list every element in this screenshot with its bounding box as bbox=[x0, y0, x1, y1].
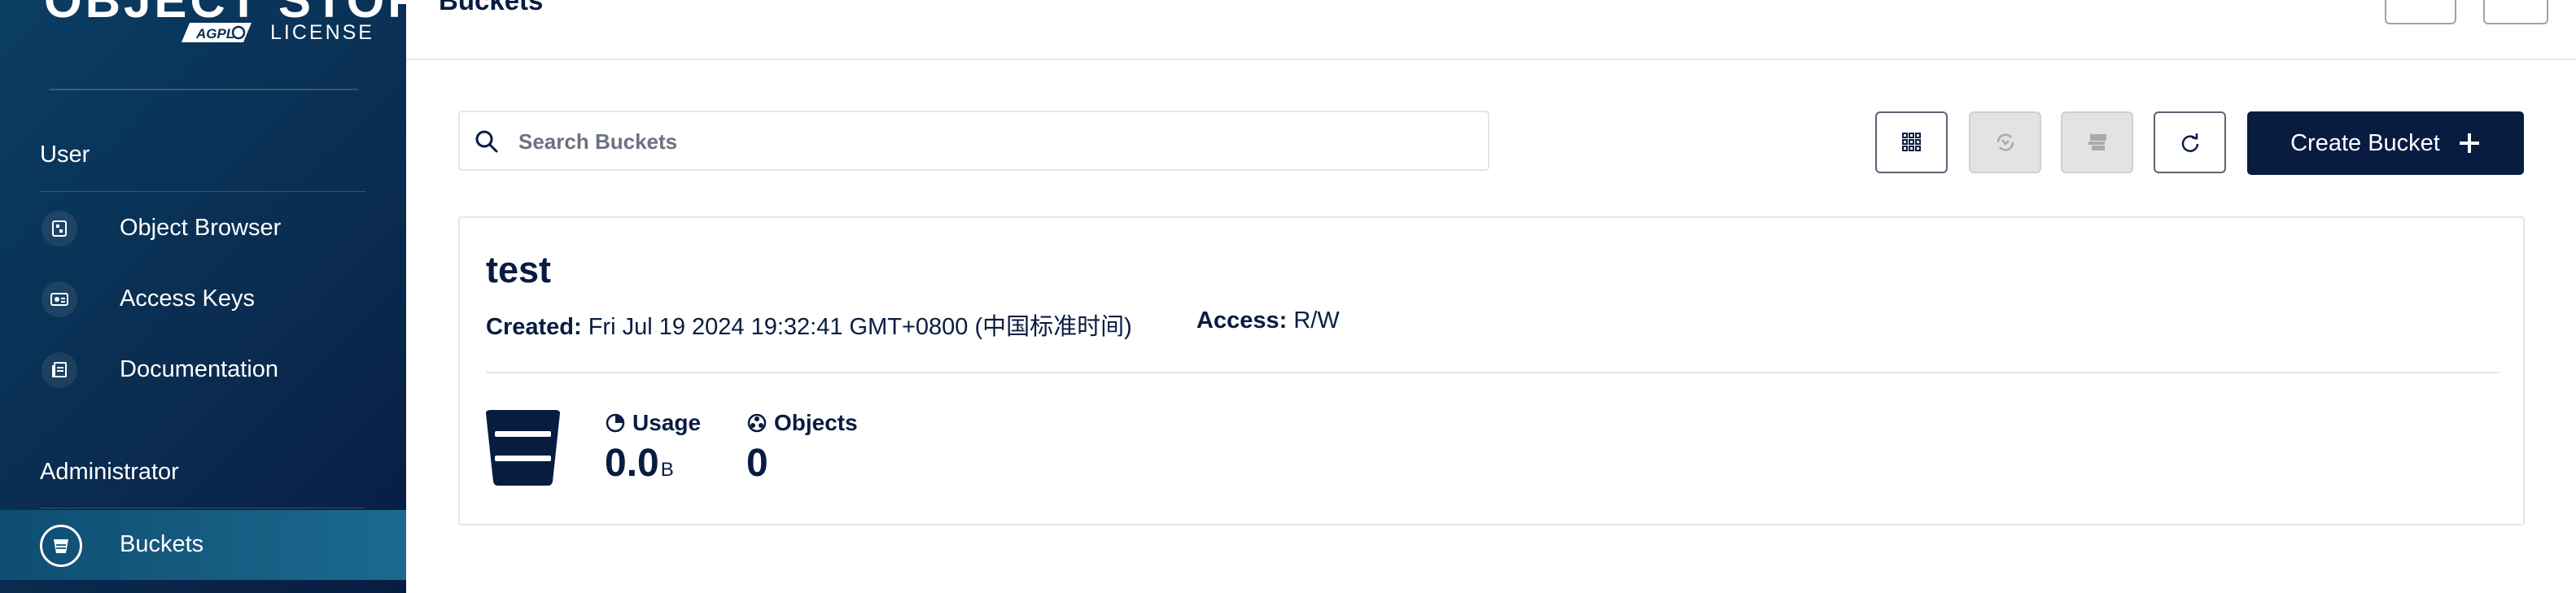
header-help-button[interactable] bbox=[2385, 0, 2456, 24]
bucket-created: Created: Fri Jul 19 2024 19:32:41 GMT+08… bbox=[486, 307, 1132, 342]
logo-license-text: LICENSE bbox=[270, 21, 374, 44]
object-browser-icon bbox=[42, 211, 77, 246]
sidebar-item-label: Object Browser bbox=[120, 215, 282, 241]
search-bar bbox=[458, 111, 1489, 171]
refresh-icon bbox=[2181, 133, 2198, 152]
sidebar-item-buckets[interactable]: Buckets bbox=[0, 510, 406, 580]
objects-label-text: Objects bbox=[774, 410, 858, 435]
sidebar-item-object-browser[interactable]: Object Browser bbox=[0, 194, 406, 264]
usage-number: 0.0 bbox=[605, 442, 659, 485]
section-title-administrator: Administrator bbox=[40, 459, 179, 485]
plus-icon bbox=[2459, 133, 2479, 153]
svg-text:AGPL: AGPL bbox=[195, 26, 234, 41]
sidebar-item-label: Buckets bbox=[120, 531, 204, 557]
sidebar-item-label: Documentation bbox=[120, 356, 279, 382]
objects-icon bbox=[747, 413, 767, 433]
agpl-logo: AGPL bbox=[182, 23, 251, 42]
access-label: Access: bbox=[1196, 307, 1288, 334]
create-bucket-button[interactable]: Create Bucket bbox=[2247, 111, 2524, 175]
sidebar-section-divider bbox=[40, 191, 365, 192]
bucket-icon bbox=[40, 525, 82, 567]
objects-value: 0 bbox=[746, 442, 768, 485]
bucket-card[interactable]: test Created: Fri Jul 19 2024 19:32:41 G… bbox=[458, 216, 2525, 525]
created-label: Created: bbox=[486, 314, 582, 340]
search-icon bbox=[475, 130, 498, 153]
usage-icon bbox=[606, 413, 625, 433]
documentation-icon bbox=[42, 352, 77, 388]
bucket-access: Access: R/W bbox=[1196, 307, 1340, 334]
lifecycle-button[interactable] bbox=[2061, 111, 2133, 173]
sidebar-divider bbox=[49, 89, 358, 90]
usage-label: Usage bbox=[605, 410, 701, 436]
usage-value: 0.0B bbox=[605, 441, 674, 486]
replication-button[interactable] bbox=[1969, 111, 2041, 173]
sidebar-item-documentation[interactable]: Documentation bbox=[0, 335, 406, 405]
refresh-button[interactable] bbox=[2154, 111, 2226, 173]
bucket-name[interactable]: test bbox=[486, 249, 551, 291]
search-input[interactable] bbox=[517, 120, 1472, 163]
objects-label: Objects bbox=[746, 410, 858, 436]
page-title: Buckets bbox=[439, 0, 544, 15]
bucket-icon bbox=[486, 410, 560, 486]
access-keys-icon bbox=[42, 281, 77, 317]
sidebar-item-access-keys[interactable]: Access Keys bbox=[0, 264, 406, 334]
replication-icon bbox=[1997, 133, 2014, 151]
grid-view-button[interactable] bbox=[1875, 111, 1948, 173]
created-value: Fri Jul 19 2024 19:32:41 GMT+0800 (中国标准时… bbox=[588, 314, 1132, 340]
page-header: Buckets bbox=[406, 0, 2576, 60]
sidebar: OBJECT STORE AGPL LICENSE User Object Br… bbox=[0, 0, 406, 593]
usage-unit: B bbox=[660, 459, 674, 481]
section-title-user: User bbox=[40, 142, 90, 168]
card-divider bbox=[486, 372, 2499, 373]
usage-label-text: Usage bbox=[632, 410, 702, 435]
header-user-button[interactable] bbox=[2483, 0, 2548, 24]
create-bucket-label: Create Bucket bbox=[2290, 129, 2440, 156]
access-value: R/W bbox=[1293, 307, 1340, 334]
sidebar-item-label: Access Keys bbox=[120, 286, 255, 312]
grid-icon bbox=[1901, 133, 1921, 151]
lifecycle-icon bbox=[2088, 134, 2106, 150]
